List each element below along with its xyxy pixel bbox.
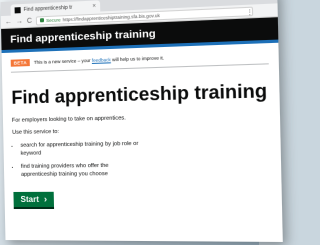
crown-favicon-icon (14, 6, 21, 13)
phase-banner: BETA This is a new service – your feedba… (10, 50, 269, 73)
tab-close-icon[interactable]: × (92, 3, 96, 9)
main-content: BETA This is a new service – your feedba… (2, 43, 282, 210)
service-bullet-list: search for apprenticeship training by jo… (20, 140, 142, 179)
list-item: search for apprenticeship training by jo… (20, 140, 142, 158)
secure-label: Secure (46, 16, 61, 23)
phase-text-after: will help us to improve it. (110, 55, 164, 63)
phase-text-before: This is a new service – your (33, 57, 92, 65)
start-button-label: Start (20, 194, 40, 204)
intro-paragraph: Use this service to: (12, 128, 60, 136)
service-name-link[interactable]: Find apprenticeship training (10, 27, 156, 45)
browser-window: Find apprenticeship tr × – □ × ← → C Sec… (0, 0, 283, 242)
list-item: find training providers who offer the ap… (21, 161, 143, 178)
phase-banner-text: This is a new service – your feedback wi… (34, 55, 164, 65)
page-title: Find apprenticeship training (11, 80, 268, 108)
lock-icon (39, 18, 45, 23)
browser-menu-icon[interactable]: ⋮ (246, 9, 253, 17)
beta-tag: BETA (10, 59, 30, 67)
tab-title: Find apprenticeship tr (23, 4, 73, 13)
reload-icon[interactable]: C (27, 17, 32, 24)
lead-paragraph: For employers looking to take on apprent… (11, 115, 126, 124)
forward-arrow-icon[interactable]: → (16, 18, 23, 25)
back-arrow-icon[interactable]: ← (5, 18, 12, 25)
start-button[interactable]: Start › (13, 191, 55, 210)
feedback-link[interactable]: feedback (92, 57, 111, 63)
url-text[interactable]: https://findapprenticeshiptraining.sfa.b… (63, 12, 160, 21)
chevron-right-icon: › (43, 193, 48, 204)
